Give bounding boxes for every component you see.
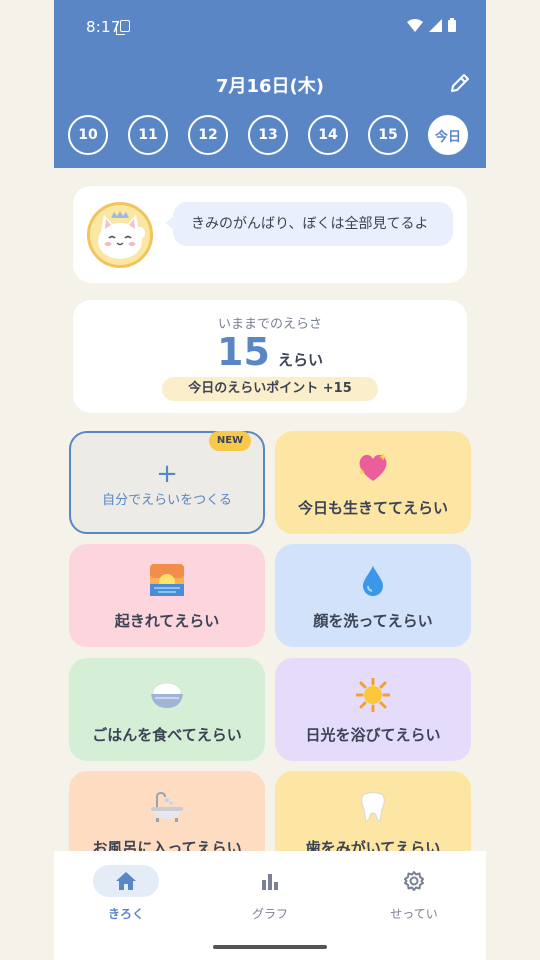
app-header: 8:17 7月16日(木) 10 11 12 13 14 15 今日 (54, 0, 486, 168)
nav-graph-pill (237, 865, 303, 897)
nav-record[interactable]: きろく (76, 865, 176, 922)
cat-mascot-avatar (87, 202, 153, 268)
status-icons (407, 18, 456, 32)
nav-record-label: きろく (107, 907, 144, 921)
tile-meal[interactable]: ごはんを食べてえらい (69, 658, 265, 761)
cat-mascot-icon (98, 211, 145, 259)
home-icon (116, 872, 136, 890)
tile-sunlight-label: 日光を浴びてえらい (305, 726, 441, 744)
tile-meal-label: ごはんを食べてえらい (92, 726, 242, 744)
date-button-15[interactable]: 15 (368, 115, 408, 155)
date-button-14[interactable]: 14 (308, 115, 348, 155)
tile-wakeup[interactable]: 起きれてえらい (69, 544, 265, 647)
nav-settings[interactable]: せってい (364, 865, 464, 922)
mascot-message-card: きみのがんばり、ぼくは全部見てるよ (73, 186, 467, 283)
tile-alive[interactable]: 今日も生きててえらい (275, 431, 471, 534)
score-card: いままでのえらさ 15 えらい 今日のえらいポイント +15 (73, 300, 467, 413)
nav-settings-pill (381, 865, 447, 897)
sunrise-icon (69, 564, 265, 596)
droplet-icon (275, 564, 471, 596)
plus-icon: + (156, 459, 178, 489)
rice-bowl-icon (69, 678, 265, 710)
tooth-icon (275, 791, 471, 823)
gesture-home-bar[interactable] (213, 945, 327, 949)
mascot-speech-bubble: きみのがんばり、ぼくは全部見てるよ (165, 202, 453, 246)
today-points-badge: 今日のえらいポイント +15 (162, 377, 378, 401)
tile-wakeup-label: 起きれてえらい (114, 612, 220, 630)
signal-icon (429, 18, 442, 32)
score-line: 15 えらい (73, 330, 467, 374)
gear-icon (404, 871, 424, 891)
date-button-13[interactable]: 13 (248, 115, 288, 155)
score-value: 15 (217, 330, 270, 374)
nav-record-pill (93, 865, 159, 897)
create-custom-button[interactable]: NEW + 自分でえらいをつくる (69, 431, 265, 534)
nav-graph-label: グラフ (251, 907, 288, 921)
sparkling-heart-icon (275, 451, 471, 483)
battery-icon (448, 18, 456, 32)
tile-wash-face[interactable]: 顔を洗ってえらい (275, 544, 471, 647)
pencil-edit-icon[interactable] (448, 71, 472, 95)
status-bar: 8:17 (54, 0, 486, 56)
bathtub-icon (69, 791, 265, 823)
date-selector: 10 11 12 13 14 15 今日 (68, 115, 468, 155)
score-unit: えらい (277, 351, 323, 369)
date-button-12[interactable]: 12 (188, 115, 228, 155)
date-button-11[interactable]: 11 (128, 115, 168, 155)
date-button-10[interactable]: 10 (68, 115, 108, 155)
tile-wash-face-label: 顔を洗ってえらい (313, 612, 433, 630)
new-badge: NEW (209, 431, 251, 451)
app-screen: 8:17 7月16日(木) 10 11 12 13 14 15 今日 きみのがん… (54, 0, 486, 960)
nav-graph[interactable]: グラフ (220, 865, 320, 922)
screenshot-notification-icon (116, 20, 130, 35)
bottom-navigation: きろく グラフ せってい (54, 851, 486, 960)
tile-alive-label: 今日も生きててえらい (297, 499, 448, 517)
bar-chart-icon (262, 874, 278, 890)
sun-icon (275, 678, 471, 712)
wifi-icon (407, 18, 423, 32)
create-custom-label: 自分でえらいをつくる (102, 493, 232, 508)
page-title: 7月16日(木) (215, 76, 325, 97)
nav-settings-label: せってい (390, 907, 438, 921)
date-button-today[interactable]: 今日 (428, 115, 468, 155)
tile-sunlight[interactable]: 日光を浴びてえらい (275, 658, 471, 761)
